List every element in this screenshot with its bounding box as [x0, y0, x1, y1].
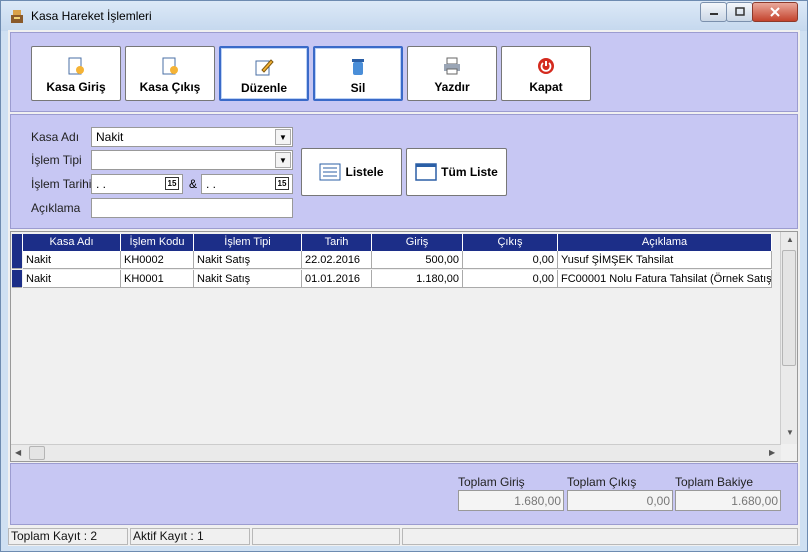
yazdir-button[interactable]: Yazdır	[407, 46, 497, 101]
cash-register-icon	[11, 10, 23, 23]
table-cell[interactable]: FC00001 Nolu Fatura Tahsilat (Örnek Satı…	[558, 270, 772, 288]
status-panel	[252, 528, 400, 545]
column-header-islem-tipi[interactable]: İşlem Tipi	[194, 234, 302, 251]
table-cell[interactable]: Nakit	[23, 270, 121, 288]
status-bar: Toplam Kayıt : 2 Aktif Kayıt : 1	[8, 527, 800, 546]
tum-liste-label: Tüm Liste	[441, 165, 498, 179]
table-cell[interactable]: 500,00	[372, 251, 463, 269]
aciklama-label: Açıklama	[31, 201, 81, 215]
table-cell[interactable]: Yusuf ŞİMŞEK Tahsilat	[558, 251, 772, 269]
kapat-label: Kapat	[529, 80, 563, 94]
vertical-scrollbar[interactable]: ▲ ▼	[780, 232, 797, 444]
date-from-field[interactable]: . . 15	[91, 174, 183, 194]
window-title: Kasa Hareket İşlemleri	[31, 9, 152, 23]
printer-icon	[444, 57, 460, 75]
toolbar: Kasa Giriş Kasa Çıkış Düzenle Sil Yazdır…	[10, 32, 798, 112]
doc-minus-icon	[162, 57, 178, 75]
kasa-cikis-button[interactable]: Kasa Çıkış	[125, 46, 215, 101]
date-separator: &	[189, 177, 198, 191]
date-from-value: . .	[96, 177, 107, 191]
scroll-down-icon[interactable]: ▼	[786, 428, 794, 437]
listele-button[interactable]: Listele	[301, 148, 402, 196]
column-header-giris[interactable]: Giriş	[372, 234, 463, 251]
row-indicator-header	[12, 234, 23, 251]
row-indicator[interactable]	[12, 270, 22, 288]
islem-tarihi-label: İşlem Tarihi	[31, 177, 92, 191]
toplam-kayit-status: Toplam Kayıt : 2	[8, 528, 128, 545]
horizontal-scrollbar[interactable]: ◀ ▶	[11, 444, 781, 461]
scroll-right-icon[interactable]: ▶	[769, 448, 775, 457]
table-cell[interactable]: 01.01.2016	[302, 270, 372, 288]
kapat-button[interactable]: Kapat	[501, 46, 591, 101]
table-cell[interactable]: Nakit	[23, 251, 121, 269]
tum-liste-button[interactable]: Tüm Liste	[406, 148, 507, 196]
title-bar[interactable]: Kasa Hareket İşlemleri	[1, 1, 807, 31]
filter-panel: Kasa Adı Nakit ▼ İşlem Tipi ▼ İşlem Tari…	[10, 114, 798, 229]
trash-icon	[352, 59, 364, 75]
chevron-down-icon[interactable]: ▼	[275, 152, 291, 168]
date-to-field[interactable]: . . 15	[201, 174, 293, 194]
calendar-icon[interactable]: 15	[165, 177, 179, 190]
scroll-left-icon[interactable]: ◀	[15, 448, 21, 457]
doc-plus-icon	[68, 57, 84, 75]
content-area: Kasa Giriş Kasa Çıkış Düzenle Sil Yazdır…	[8, 30, 800, 546]
calendar-icon[interactable]: 15	[275, 177, 289, 190]
kasa-giris-label: Kasa Giriş	[46, 80, 106, 94]
kasa-adi-label: Kasa Adı	[31, 130, 80, 144]
minimize-button[interactable]	[700, 2, 727, 22]
table-cell[interactable]: 22.02.2016	[302, 251, 372, 269]
records-grid: Kasa Adı İşlem Kodu İşlem Tipi Tarih Gir…	[10, 231, 798, 462]
maximize-icon	[734, 7, 745, 16]
chevron-down-icon[interactable]: ▼	[275, 129, 291, 145]
horizontal-scroll-thumb[interactable]	[29, 446, 45, 460]
column-header-islem-kodu[interactable]: İşlem Kodu	[121, 234, 194, 251]
column-header-tarih[interactable]: Tarih	[302, 234, 372, 251]
table-cell[interactable]: 0,00	[463, 270, 558, 288]
table-cell[interactable]: KH0001	[121, 270, 194, 288]
column-header-aciklama[interactable]: Açıklama	[558, 234, 772, 251]
aktif-kayit-status: Aktif Kayıt : 1	[130, 528, 250, 545]
row-indicator[interactable]	[12, 251, 22, 269]
vertical-scroll-thumb[interactable]	[782, 250, 796, 366]
status-panel	[402, 528, 798, 545]
main-window: Kasa Hareket İşlemleri Kasa Giriş Kasa Ç…	[0, 0, 808, 552]
table-cell[interactable]: 1.180,00	[372, 270, 463, 288]
date-to-value: . .	[206, 177, 217, 191]
kasa-adi-combo[interactable]: Nakit ▼	[91, 127, 293, 147]
kasa-adi-value: Nakit	[96, 130, 124, 144]
islem-tipi-label: İşlem Tipi	[31, 153, 82, 167]
column-header-kasa-adi[interactable]: Kasa Adı	[23, 234, 121, 251]
aciklama-input[interactable]	[91, 198, 293, 218]
sil-button[interactable]: Sil	[313, 46, 403, 101]
yazdir-label: Yazdır	[434, 80, 470, 94]
table-cell[interactable]: KH0002	[121, 251, 194, 269]
list-icon	[319, 163, 341, 181]
duzenle-button[interactable]: Düzenle	[219, 46, 309, 101]
table-cell[interactable]: Nakit Satış	[194, 251, 302, 269]
minimize-icon	[709, 13, 718, 15]
table-cell[interactable]: Nakit Satış	[194, 270, 302, 288]
duzenle-label: Düzenle	[240, 81, 287, 95]
toplam-cikis-field: 0,00	[567, 490, 673, 511]
toplam-cikis-label: Toplam Çıkış	[567, 475, 637, 489]
islem-tipi-combo[interactable]: ▼	[91, 150, 293, 170]
edit-icon	[255, 59, 274, 76]
kasa-giris-button[interactable]: Kasa Giriş	[31, 46, 121, 101]
kasa-cikis-label: Kasa Çıkış	[139, 80, 201, 94]
close-icon	[770, 7, 780, 17]
column-header-cikis[interactable]: Çıkış	[463, 234, 558, 251]
maximize-button[interactable]	[726, 2, 753, 22]
toplam-bakiye-field: 1.680,00	[675, 490, 781, 511]
power-icon	[538, 58, 554, 74]
scroll-up-icon[interactable]: ▲	[786, 235, 794, 244]
sil-label: Sil	[350, 81, 366, 95]
table-cell[interactable]: 0,00	[463, 251, 558, 269]
toplam-giris-label: Toplam Giriş	[458, 475, 525, 489]
window-icon	[415, 163, 437, 181]
totals-panel: Toplam Giriş 1.680,00 Toplam Çıkış 0,00 …	[10, 463, 798, 525]
toplam-giris-field: 1.680,00	[458, 490, 564, 511]
close-button[interactable]	[752, 2, 798, 22]
listele-label: Listele	[345, 165, 384, 179]
toplam-bakiye-label: Toplam Bakiye	[675, 475, 754, 489]
